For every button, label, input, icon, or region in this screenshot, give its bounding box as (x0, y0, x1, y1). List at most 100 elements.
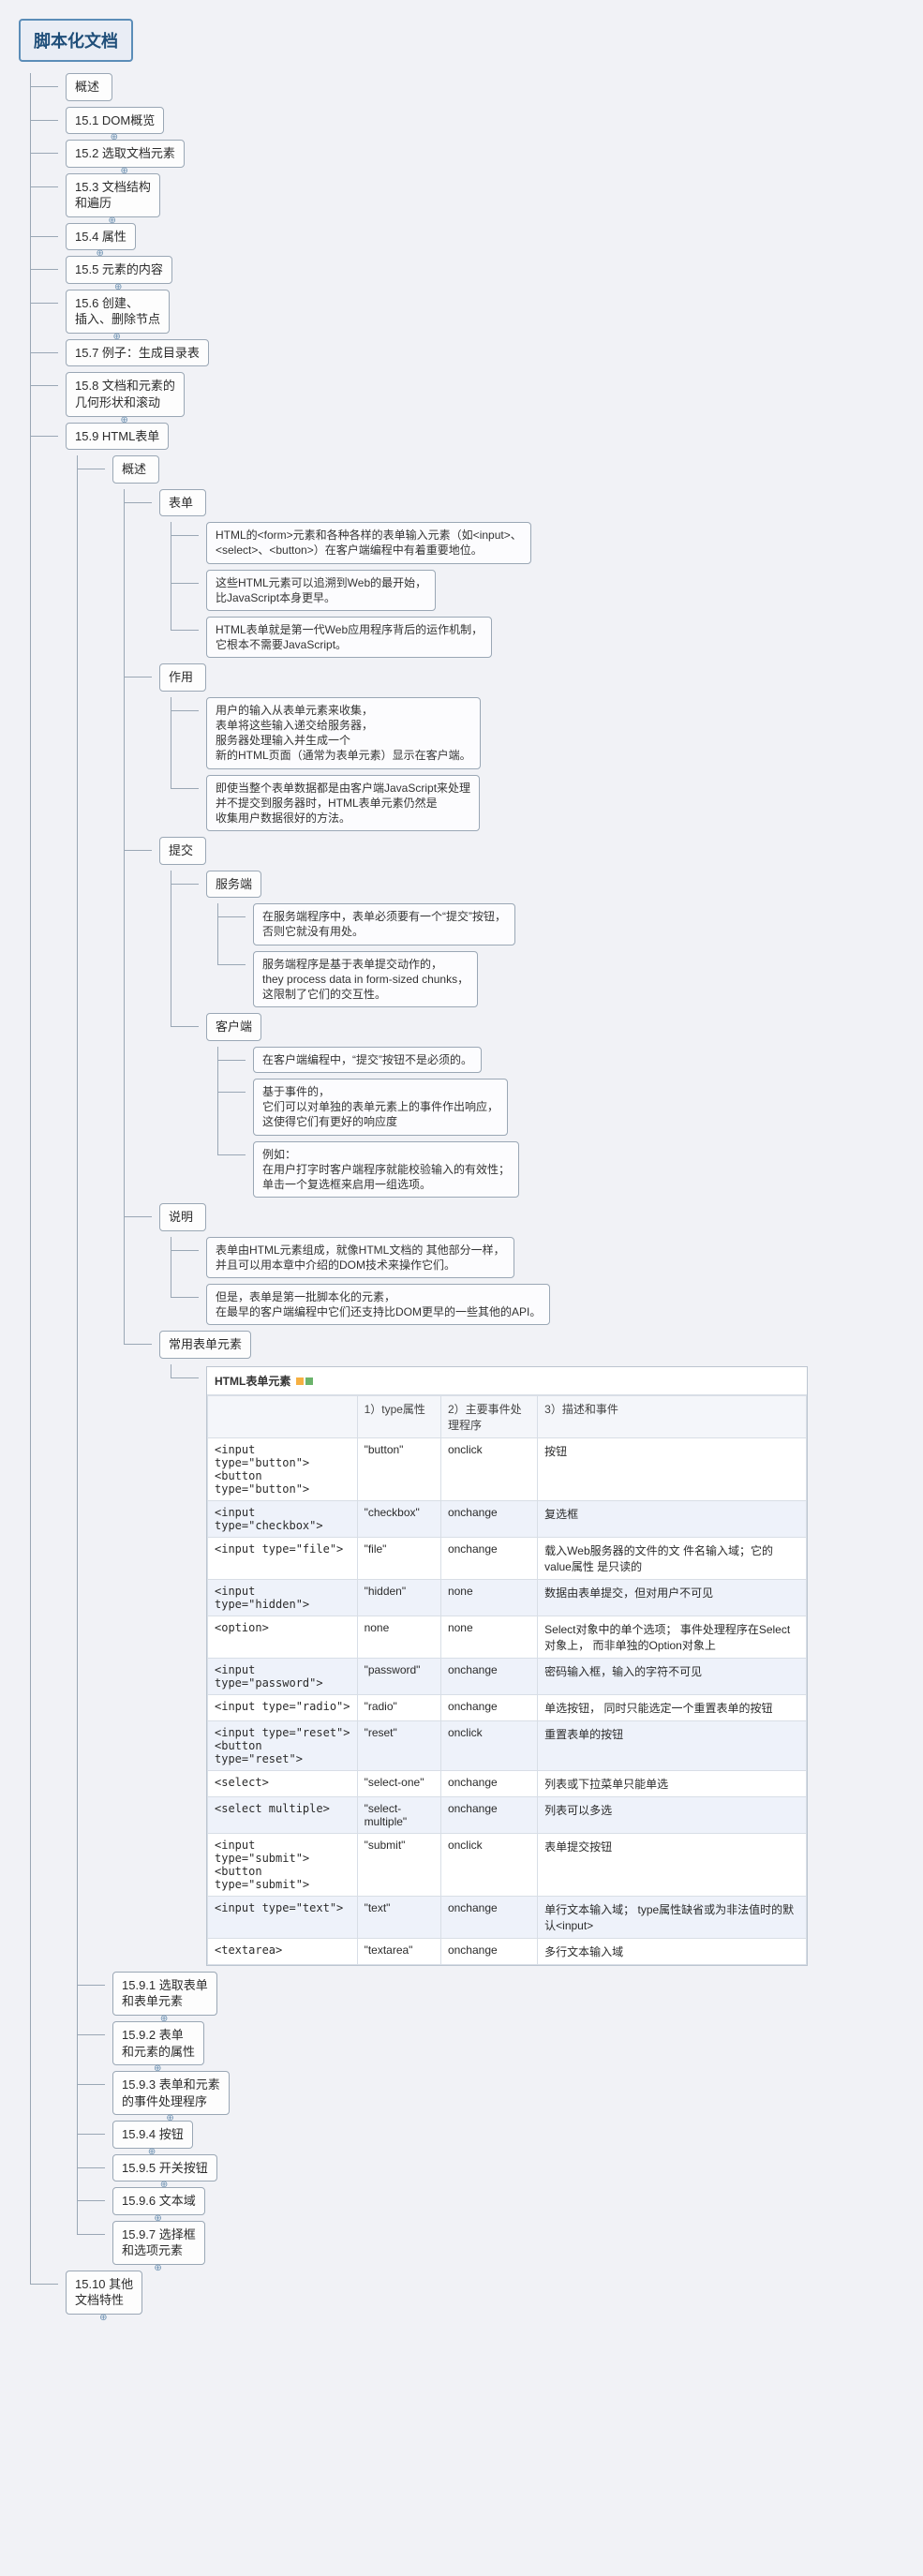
table-cell: 复选框 (538, 1500, 807, 1537)
chapter-node[interactable]: 15.9.6 文本域 (112, 2187, 205, 2215)
table-cell: 载入Web服务器的文件的文 件名输入域；它的value属性 是只读的 (538, 1537, 807, 1579)
table-cell: "checkbox" (357, 1500, 440, 1537)
table-cell: none (440, 1579, 537, 1616)
note-node: 但是，表单是第一批脚本化的元素， 在最早的客户端编程中它们还支持比DOM更早的一… (206, 1284, 550, 1325)
table-cell: "reset" (357, 1720, 440, 1770)
table-cell: onchange (440, 1770, 537, 1796)
form-elements-table: HTML表单元素1）type属性2）主要事件处理程序3）描述和事件<input … (206, 1366, 808, 1966)
table-cell: "radio" (357, 1694, 440, 1720)
chapter-node[interactable]: 概述 (66, 73, 112, 101)
table-cell: "hidden" (357, 1579, 440, 1616)
table-cell: "select-one" (357, 1770, 440, 1796)
table-cell: 多行文本输入域 (538, 1938, 807, 1964)
table-cell: <textarea> (208, 1938, 358, 1964)
table-header: 2）主要事件处理程序 (440, 1395, 537, 1437)
table-cell: <input type="radio"> (208, 1694, 358, 1720)
table-cell: Select对象中的单个选项； 事件处理程序在Select对象上， 而非单独的O… (538, 1616, 807, 1658)
note-node: 服务端程序是基于表单提交动作的， they process data in fo… (253, 951, 478, 1008)
subsection-node[interactable]: 服务端 (206, 871, 261, 899)
chapter-node[interactable]: 15.3 文档结构 和遍历 (66, 173, 160, 217)
table-cell: 单行文本输入域； type属性缺省或为非法值时的默认<input> (538, 1896, 807, 1938)
table-cell: "password" (357, 1658, 440, 1694)
note-node: 在服务端程序中，表单必须要有一个“提交”按钮， 否则它就没有用处。 (253, 903, 515, 945)
table-cell: onclick (440, 1720, 537, 1770)
table-cell: <input type="text"> (208, 1896, 358, 1938)
table-row: <input type="button"> <button type="butt… (208, 1437, 807, 1500)
expand-icon[interactable] (99, 2314, 109, 2323)
chapter-node[interactable]: 15.1 DOM概览 (66, 107, 164, 135)
chapter-node[interactable]: 15.9.5 开关按钮 (112, 2154, 217, 2182)
subsection-node[interactable]: 提交 (159, 837, 206, 865)
table-header (208, 1395, 358, 1437)
chapter-node[interactable]: 15.2 选取文档元素 (66, 140, 185, 168)
table-cell: "button" (357, 1437, 440, 1500)
table-title: HTML表单元素 (207, 1367, 807, 1395)
table-header: 3）描述和事件 (538, 1395, 807, 1437)
doc-icon (296, 1377, 304, 1385)
table-cell: onchange (440, 1658, 537, 1694)
table-cell: 密码输入框，输入的字符不可见 (538, 1658, 807, 1694)
chapter-node[interactable]: 15.9.4 按钮 (112, 2121, 193, 2149)
table-cell: <select> (208, 1770, 358, 1796)
chapter-node[interactable]: 15.8 文档和元素的 几何形状和滚动 (66, 372, 185, 416)
subsection-node[interactable]: 作用 (159, 663, 206, 692)
table-row: <input type="password">"password"onchang… (208, 1658, 807, 1694)
table-cell: <input type="submit"> <button type="subm… (208, 1833, 358, 1896)
note-node: 在客户端编程中，“提交”按钮不是必须的。 (253, 1047, 482, 1073)
table-row: <input type="submit"> <button type="subm… (208, 1833, 807, 1896)
section-node[interactable]: 概述 (112, 455, 159, 484)
subsection-node[interactable]: 客户端 (206, 1013, 261, 1041)
mindmap-tree: 脚本化文档 概述 15.1 DOM概览 15.2 选取文档元素 15.3 文档结构 和… (19, 19, 904, 2315)
table-cell: onchange (440, 1896, 537, 1938)
table-cell: <input type="password"> (208, 1658, 358, 1694)
table-row: <input type="file">"file"onchange载入Web服务… (208, 1537, 807, 1579)
note-node: HTML的<form>元素和各种各样的表单输入元素（如<input>、 <sel… (206, 522, 531, 563)
table-row: <input type="text">"text"onchange单行文本输入域… (208, 1896, 807, 1938)
table-cell: onclick (440, 1437, 537, 1500)
chapter-node[interactable]: 15.9 HTML表单 (66, 423, 169, 451)
note-node: 例如： 在用户打字时客户端程序就能校验输入的有效性； 单击一个复选框来启用一组选… (253, 1141, 519, 1199)
subsection-node[interactable]: 表单 (159, 489, 206, 517)
chapter-node[interactable]: 15.9.2 表单 和元素的属性 (112, 2021, 204, 2065)
table-cell: onchange (440, 1500, 537, 1537)
table-row: <option>nonenoneSelect对象中的单个选项； 事件处理程序在S… (208, 1616, 807, 1658)
note-node: 这些HTML元素可以追溯到Web的最开始， 比JavaScript本身更早。 (206, 570, 436, 611)
chapter-node[interactable]: 15.9.1 选取表单 和表单元素 (112, 1972, 217, 2016)
table-cell: 列表或下拉菜单只能单选 (538, 1770, 807, 1796)
table-cell: onchange (440, 1796, 537, 1833)
table-cell: 重置表单的按钮 (538, 1720, 807, 1770)
note-node: 基于事件的， 它们可以对单独的表单元素上的事件作出响应， 这使得它们有更好的响应… (253, 1079, 508, 1136)
chapter-node[interactable]: 15.9.7 选择框 和选项元素 (112, 2221, 205, 2265)
table-cell: 按钮 (538, 1437, 807, 1500)
chapter-node[interactable]: 15.10 其他 文档特性 (66, 2271, 142, 2315)
table-cell: "textarea" (357, 1938, 440, 1964)
table-cell: onchange (440, 1938, 537, 1964)
root-node[interactable]: 脚本化文档 (19, 19, 133, 62)
table-cell: "text" (357, 1896, 440, 1938)
chapter-node[interactable]: 15.5 元素的内容 (66, 256, 172, 284)
note-node: 表单由HTML元素组成，就像HTML文档的 其他部分一样， 并且可以用本章中介绍… (206, 1237, 514, 1278)
chapter-node[interactable]: 15.6 创建、 插入、删除节点 (66, 290, 170, 334)
table-row: <input type="checkbox">"checkbox"onchang… (208, 1500, 807, 1537)
table-row: <textarea>"textarea"onchange多行文本输入域 (208, 1938, 807, 1964)
table-cell: none (357, 1616, 440, 1658)
table-title-icons (294, 1375, 313, 1388)
table-cell: <input type="button"> <button type="butt… (208, 1437, 358, 1500)
chapter-node[interactable]: 15.7 例子：生成目录表 (66, 339, 209, 367)
note-node: 即使当整个表单数据都是由客户端JavaScript来处理 并不提交到服务器时，H… (206, 775, 480, 832)
table-cell: "select-multiple" (357, 1796, 440, 1833)
sheet-icon (305, 1377, 313, 1385)
level1-branch: 概述 15.1 DOM概览 15.2 选取文档元素 15.3 文档结构 和遍历 15.4… (19, 73, 904, 2315)
table-cell: onclick (440, 1833, 537, 1896)
table-row: <input type="hidden">"hidden"none数据由表单提交… (208, 1579, 807, 1616)
subsection-node[interactable]: 说明 (159, 1203, 206, 1231)
chapter-node[interactable]: 15.4 属性 (66, 223, 136, 251)
table-row: <input type="radio">"radio"onchange单选按钮，… (208, 1694, 807, 1720)
table-cell: <input type="checkbox"> (208, 1500, 358, 1537)
table-cell: 列表可以多选 (538, 1796, 807, 1833)
note-node: 用户的输入从表单元素来收集， 表单将这些输入递交给服务器， 服务器处理输入并生成… (206, 697, 481, 769)
table-cell: onchange (440, 1537, 537, 1579)
chapter-node[interactable]: 15.9.3 表单和元素 的事件处理程序 (112, 2071, 230, 2115)
table-cell: 表单提交按钮 (538, 1833, 807, 1896)
subsection-node[interactable]: 常用表单元素 (159, 1331, 251, 1359)
